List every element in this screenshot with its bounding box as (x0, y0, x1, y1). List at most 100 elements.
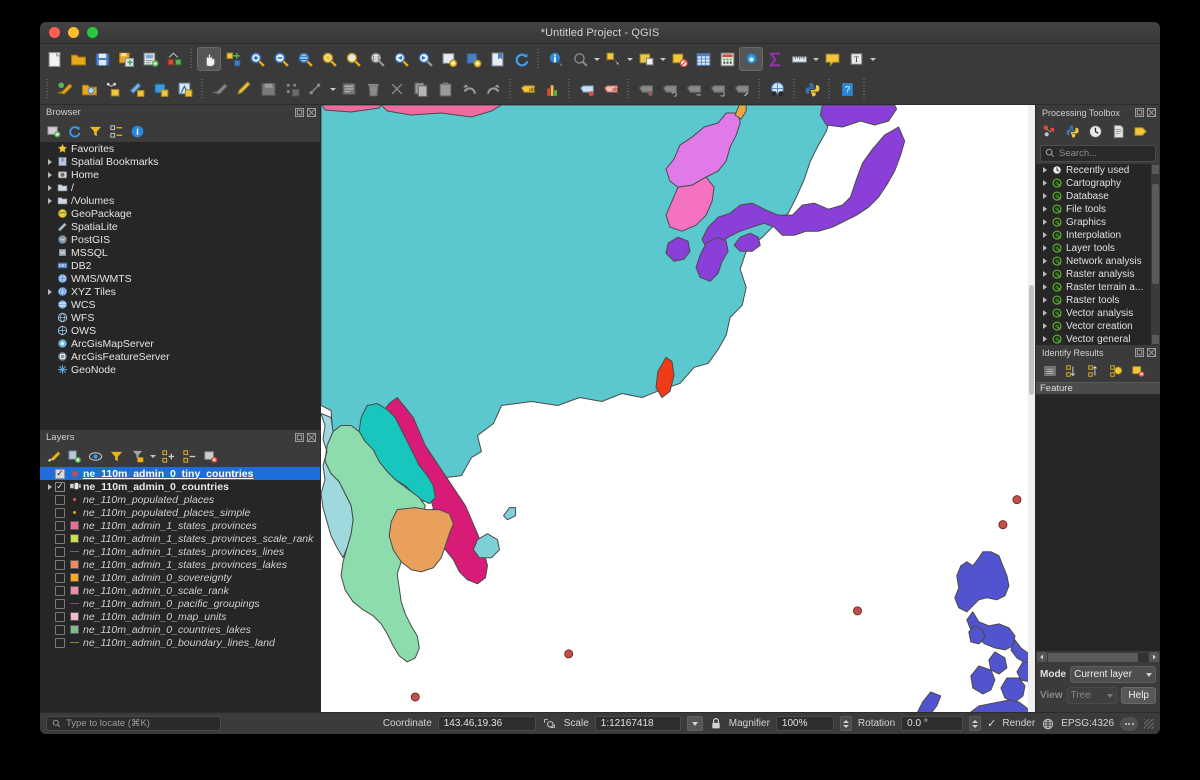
browser-tree[interactable]: Favorites Spatial Bookmarks Home //Volumes G… (40, 142, 320, 430)
rotate-label-button[interactable] (658, 77, 682, 101)
identify-features-button[interactable] (544, 47, 568, 71)
processing-group-row[interactable]: Raster tools (1036, 294, 1160, 307)
map-vertical-scrollbar[interactable] (1028, 105, 1035, 712)
open-project-button[interactable] (66, 47, 90, 71)
expand-arrow-icon[interactable] (44, 198, 55, 204)
rotation-stepper[interactable] (969, 716, 982, 731)
expand-arrow-icon[interactable] (1039, 323, 1050, 329)
layer-row[interactable]: ne_110m_admin_0_boundary_lines_land (40, 636, 320, 649)
map-scroll-thumb[interactable] (1029, 285, 1034, 395)
browser-item-spatial-bookmarks[interactable]: Spatial Bookmarks (40, 155, 320, 168)
processing-group-row[interactable]: Layer tools (1036, 242, 1160, 255)
filter-funnel-icon[interactable] (86, 122, 105, 141)
layer-row[interactable]: ✓ ne_110m_admin_0_countries (40, 480, 320, 493)
new-virtual-layer-button[interactable] (173, 77, 197, 101)
magnifier-input[interactable]: 100% (775, 716, 834, 731)
dropdown-caret[interactable] (328, 77, 337, 101)
expand-new-icon[interactable] (1062, 362, 1081, 381)
show-bookmarks-button[interactable] (485, 47, 509, 71)
hscroll-left-arrow[interactable] (1037, 652, 1047, 662)
layer-row[interactable]: ne_110m_populated_places_simple (40, 506, 320, 519)
processing-group-row[interactable]: Network analysis (1036, 255, 1160, 268)
expand-arrow-icon[interactable] (44, 484, 55, 490)
processing-group-row[interactable]: Database (1036, 190, 1160, 203)
browser-item-geonode[interactable]: GeoNode (40, 363, 320, 376)
style-manager-button[interactable] (162, 47, 186, 71)
browser-item-db2[interactable]: DB2 DB2 (40, 259, 320, 272)
change-label-button[interactable] (682, 77, 706, 101)
layer-visibility-checkbox[interactable] (55, 494, 65, 505)
new-spatialite-layer-button[interactable] (125, 77, 149, 101)
processing-scroll-up[interactable] (1152, 164, 1159, 174)
zoom-full-button[interactable] (293, 47, 317, 71)
layer-visibility-checkbox[interactable] (55, 559, 65, 570)
zoom-to-native-resolution-button[interactable]: 1:1 (365, 47, 389, 71)
browser-item-wcs[interactable]: WCS (40, 298, 320, 311)
layer-row[interactable]: ne_110m_admin_0_countries_lakes (40, 623, 320, 636)
close-window-button[interactable] (49, 27, 60, 38)
crs-globe-icon[interactable] (1041, 718, 1055, 730)
browser-item-home[interactable]: Home (40, 168, 320, 181)
undock-layers-icon[interactable] (295, 433, 304, 442)
processing-group-row[interactable]: Graphics (1036, 216, 1160, 229)
close-browser-icon[interactable] (307, 108, 316, 117)
mode-select[interactable]: Current layer (1070, 666, 1156, 683)
copy-features-icon[interactable] (1106, 362, 1125, 381)
browser-item-mssql[interactable]: M MSSQL (40, 246, 320, 259)
open-attribute-table-button[interactable] (691, 47, 715, 71)
expand-arrow-icon[interactable] (1039, 258, 1050, 264)
save-layer-edits-button[interactable] (256, 77, 280, 101)
layer-row[interactable]: ne_110m_admin_1_states_provinces_scale_r… (40, 532, 320, 545)
processing-group-row[interactable]: Vector analysis (1036, 307, 1160, 320)
new-map-view-button[interactable] (437, 47, 461, 71)
browser-item-spatialite[interactable]: SpatiaLite (40, 220, 320, 233)
rotation-input[interactable]: 0.0 ° (901, 716, 964, 731)
layer-visibility-checkbox[interactable] (55, 585, 65, 596)
highlight-pinned-labels-button[interactable] (575, 77, 599, 101)
dropdown-caret[interactable] (658, 47, 667, 71)
browser-item-ows[interactable]: OWS (40, 324, 320, 337)
expand-arrow-icon[interactable] (1039, 219, 1050, 225)
browser-item-arcgismapserver[interactable]: ArcGisMapServer (40, 337, 320, 350)
save-project-button[interactable] (90, 47, 114, 71)
processing-scroll-down[interactable] (1152, 335, 1159, 344)
processing-scrollbar[interactable] (1151, 163, 1160, 345)
expand-arrow-icon[interactable] (1039, 167, 1050, 173)
refresh-blue-icon[interactable] (65, 122, 84, 141)
browser-item-[interactable]: / (40, 181, 320, 194)
layer-visibility-checkbox[interactable]: ✓ (55, 481, 65, 492)
toggle-editing-button[interactable] (208, 77, 232, 101)
browser-item-volumes[interactable]: /Volumes (40, 194, 320, 207)
layer-row[interactable]: ✓ ne_110m_admin_0_tiny_countries (40, 467, 320, 480)
refresh-button[interactable] (509, 47, 533, 71)
layer-row[interactable]: ne_110m_populated_places (40, 493, 320, 506)
magnifier-stepper[interactable] (839, 716, 852, 731)
new-geopackage-layer-button[interactable] (149, 77, 173, 101)
clear-results-icon[interactable] (1128, 362, 1147, 381)
browser-item-favorites[interactable]: Favorites (40, 142, 320, 155)
new-text-annotation-button[interactable]: T (844, 47, 868, 71)
current-edits-button[interactable] (53, 77, 77, 101)
layer-visibility-checkbox[interactable]: ✓ (55, 468, 65, 479)
processing-search-input[interactable]: Search... (1040, 145, 1156, 162)
layer-row[interactable]: ne_110m_admin_0_pacific_groupings (40, 597, 320, 610)
edit-pencil-button[interactable] (232, 77, 256, 101)
toggle-extents-icon[interactable] (542, 717, 558, 730)
processing-group-row[interactable]: Vector general (1036, 333, 1160, 345)
minimize-window-button[interactable] (68, 27, 79, 38)
pin-labels-button[interactable] (730, 77, 754, 101)
measure-line-button[interactable] (787, 47, 811, 71)
browser-item-arcgisfeatureserver[interactable]: ArcGisFeatureServer (40, 350, 320, 363)
expand-arrow-icon[interactable] (1039, 245, 1050, 251)
filter-funnel-icon[interactable] (107, 447, 126, 466)
identify-results-hscrollbar[interactable] (1036, 651, 1160, 663)
close-identify-icon[interactable] (1147, 348, 1156, 357)
undock-browser-icon[interactable] (295, 108, 304, 117)
close-processing-icon[interactable] (1147, 108, 1156, 117)
expand-arrow-icon[interactable] (44, 159, 55, 165)
layer-row[interactable]: ne_110m_admin_1_states_provinces_lakes (40, 558, 320, 571)
layer-visibility-checkbox[interactable] (55, 533, 65, 544)
filter-expression-caret[interactable] (149, 447, 157, 466)
layer-row[interactable]: ne_110m_admin_0_scale_rank (40, 584, 320, 597)
select-features-button[interactable] (601, 47, 625, 71)
